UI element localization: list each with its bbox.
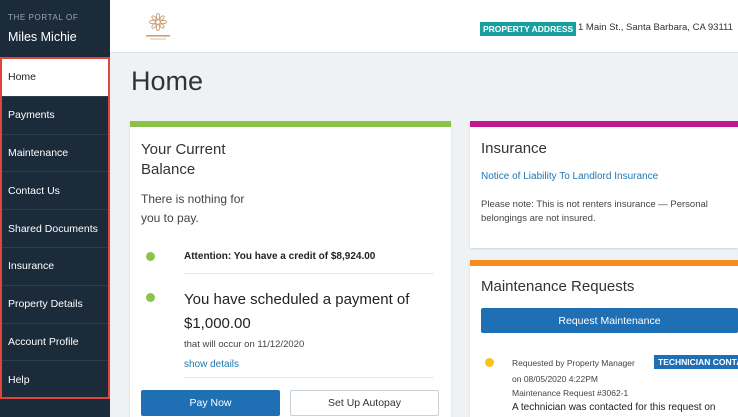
balance-message-line2: you to pay.	[141, 211, 199, 225]
insurance-note-line2: belongings are not insured.	[481, 213, 596, 224]
sidebar-item-insurance[interactable]: Insurance	[2, 248, 108, 286]
divider	[184, 273, 434, 274]
sidebar-item-payments[interactable]: Payments	[2, 97, 108, 135]
portal-header: THE PORTAL OF Miles Michie	[0, 0, 110, 57]
maintenance-card: Maintenance Requests Request Maintenance…	[470, 260, 738, 417]
sidebar-item-shared-documents[interactable]: Shared Documents	[2, 210, 108, 248]
sidebar-nav: Home Payments Maintenance Contact Us Sha…	[0, 57, 110, 399]
request-maintenance-button[interactable]: Request Maintenance	[481, 308, 738, 333]
sidebar-item-account-profile[interactable]: Account Profile	[2, 324, 108, 362]
balance-message-line1: There is nothing for	[141, 192, 245, 206]
liability-notice-link[interactable]: Notice of Liability To Landlord Insuranc…	[481, 171, 658, 182]
scheduled-date: that will occur on 11/12/2020	[184, 339, 305, 350]
insurance-title: Insurance	[481, 140, 547, 157]
request-date: on 08/05/2020 4:22PM	[512, 374, 599, 384]
credit-status-dot	[146, 252, 155, 261]
insurance-card: Insurance Notice of Liability To Landlor…	[470, 121, 738, 248]
property-address-badge: PROPERTY ADDRESS	[480, 22, 577, 36]
pay-now-button[interactable]: Pay Now	[141, 390, 280, 416]
scheduled-payment-text: You have scheduled a payment of	[184, 291, 410, 308]
requested-by: Requested by Property Manager	[512, 358, 635, 368]
sidebar-item-maintenance[interactable]: Maintenance	[2, 135, 108, 173]
balance-title-line1: Your Current	[141, 141, 226, 158]
request-detail: A technician was contacted for this requ…	[512, 402, 716, 413]
technician-status-badge: TECHNICIAN CONTACTED	[654, 355, 738, 369]
credit-attention: Attention: You have a credit of $8,924.0…	[184, 251, 376, 262]
insurance-note-line1: Please note: This is not renters insuran…	[481, 199, 708, 210]
sidebar-item-property-details[interactable]: Property Details	[2, 286, 108, 324]
page-title: Home	[131, 66, 204, 96]
divider	[184, 377, 434, 378]
sidebar-item-home[interactable]: Home	[2, 59, 108, 97]
property-address: 1 Main St., Santa Barbara, CA 93111	[578, 22, 733, 33]
balance-title-line2: Balance	[141, 161, 196, 178]
scheduled-status-dot	[146, 293, 155, 302]
sidebar: THE PORTAL OF Miles Michie Home Payments…	[0, 0, 110, 417]
top-bar: PROPERTY ADDRESS 1 Main St., Santa Barba…	[110, 0, 738, 53]
sidebar-item-contact-us[interactable]: Contact Us	[2, 172, 108, 211]
company-logo	[146, 13, 170, 40]
portal-label: THE PORTAL OF	[8, 13, 79, 22]
maintenance-title: Maintenance Requests	[481, 278, 635, 295]
user-name: Miles Michie	[8, 30, 77, 44]
request-number: Maintenance Request #3062-1	[512, 388, 629, 398]
scheduled-amount: $1,000.00	[184, 315, 251, 332]
set-up-autopay-button[interactable]: Set Up Autopay	[290, 390, 439, 416]
sidebar-item-help[interactable]: Help	[2, 361, 108, 399]
show-details-link[interactable]: show details	[184, 359, 239, 370]
request-status-dot	[485, 358, 494, 367]
balance-card: Your Current Balance There is nothing fo…	[130, 121, 451, 417]
